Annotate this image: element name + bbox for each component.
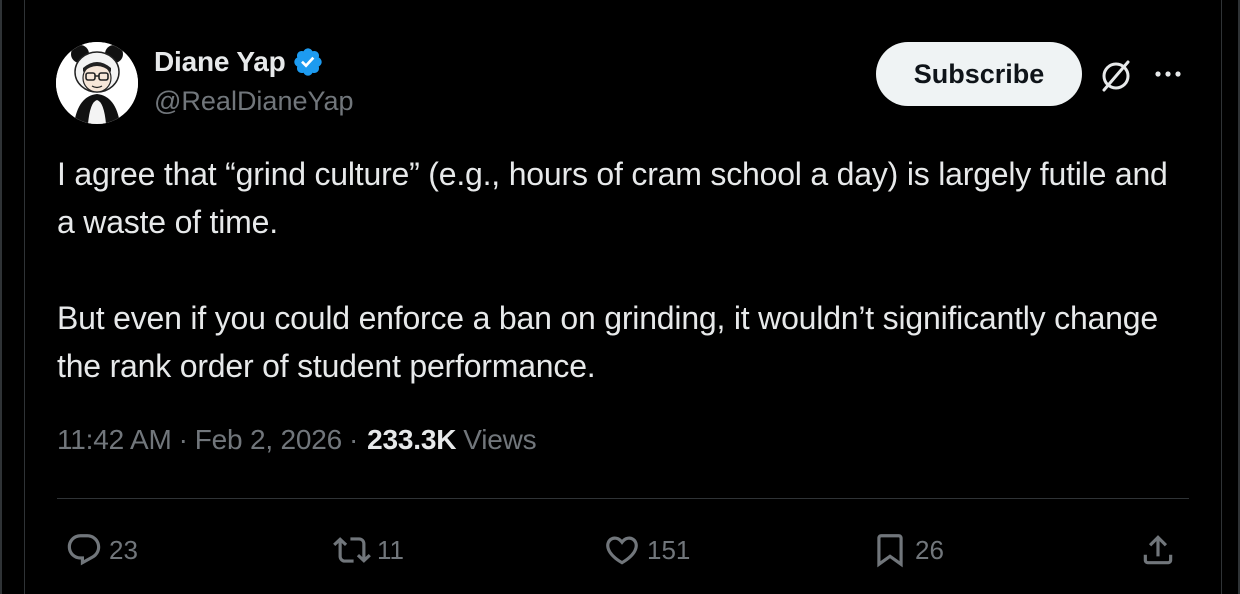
- reply-icon: [67, 534, 101, 566]
- tweet-paragraph: I agree that “grind culture” (e.g., hour…: [57, 156, 1168, 240]
- tweet-card: Diane Yap @RealDianeYap Subscribe I agre…: [0, 0, 1240, 594]
- like-count: 151: [647, 534, 691, 565]
- tweet-meta: 11:42 AM · Feb 2, 2026 · 233.3K Views: [57, 424, 537, 456]
- handle[interactable]: @RealDianeYap: [154, 86, 354, 117]
- tweet-header: Diane Yap @RealDianeYap Subscribe: [56, 42, 1196, 124]
- author-names: Diane Yap @RealDianeYap: [154, 44, 354, 117]
- repost-count: 11: [377, 534, 404, 565]
- share-button[interactable]: [1139, 526, 1177, 574]
- repost-icon: [333, 537, 371, 563]
- divider: [57, 498, 1189, 499]
- action-bar: 23 11 151 26: [57, 526, 1189, 574]
- reply-button[interactable]: 23: [65, 526, 138, 574]
- meta-separator: ·: [178, 424, 188, 455]
- verified-badge-icon[interactable]: [292, 46, 324, 78]
- share-icon: [1143, 535, 1173, 565]
- views-label: Views: [463, 424, 537, 455]
- bookmark-count: 26: [915, 534, 944, 565]
- tweet-paragraph: But even if you could enforce a ban on g…: [57, 300, 1158, 384]
- repost-button[interactable]: 11: [333, 526, 404, 574]
- avatar[interactable]: [56, 42, 138, 124]
- bookmark-icon: [877, 534, 903, 568]
- tweet-time[interactable]: 11:42 AM: [57, 424, 172, 456]
- like-button[interactable]: 151: [603, 526, 690, 574]
- meta-separator: ·: [349, 424, 359, 455]
- tweet-text: I agree that “grind culture” (e.g., hour…: [57, 150, 1187, 390]
- subscribe-button[interactable]: Subscribe: [876, 42, 1082, 106]
- views-count: 233.3K: [367, 424, 457, 455]
- display-name[interactable]: Diane Yap: [154, 46, 286, 78]
- grok-icon[interactable]: [1096, 56, 1136, 96]
- reply-count: 23: [109, 534, 138, 565]
- more-icon[interactable]: [1148, 64, 1188, 84]
- display-name-row: Diane Yap: [154, 44, 354, 80]
- like-icon: [606, 536, 638, 565]
- tweet-date[interactable]: Feb 2, 2026: [195, 424, 342, 456]
- bookmark-button[interactable]: 26: [871, 526, 944, 574]
